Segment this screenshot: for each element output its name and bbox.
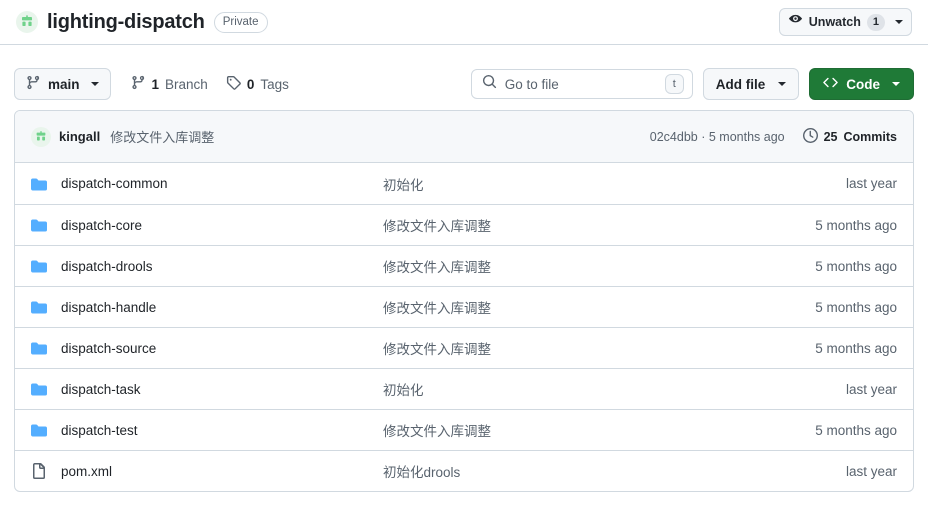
author-avatar-icon: [31, 126, 51, 147]
commit-author[interactable]: kingall: [59, 129, 100, 144]
file-commit-time: last year: [845, 463, 897, 479]
table-row: pom.xml 初始化drools last year: [15, 450, 913, 491]
folder-icon: [31, 258, 47, 274]
file-name-link[interactable]: dispatch-drools: [61, 259, 153, 274]
chevron-down-icon: [90, 82, 99, 86]
owner-avatar-icon: [16, 11, 38, 33]
folder-icon: [31, 217, 47, 233]
eye-icon: [788, 13, 803, 31]
branch-icon: [26, 75, 41, 93]
file-name-cell: dispatch-drools: [31, 258, 383, 274]
code-button[interactable]: Code: [809, 68, 914, 100]
file-name-link[interactable]: dispatch-task: [61, 382, 141, 397]
file-commit-time: 5 months ago: [815, 217, 897, 233]
file-name-cell: pom.xml: [31, 463, 383, 479]
visibility-badge: Private: [213, 11, 268, 33]
latest-commit-bar: kingall 修改文件入库调整 02c4dbb · 5 months ago …: [15, 111, 913, 163]
add-file-button[interactable]: Add file: [702, 68, 800, 100]
file-name-link[interactable]: dispatch-test: [61, 423, 138, 438]
file-commit-message[interactable]: 初始化: [383, 379, 846, 399]
header-actions: Unwatch 1: [778, 8, 912, 36]
file-icon: [31, 463, 47, 479]
commits-count-link[interactable]: 25 Commits: [802, 127, 897, 146]
folder-icon: [31, 340, 47, 356]
file-commit-message[interactable]: 修改文件入库调整: [383, 420, 815, 440]
tag-count[interactable]: 0 Tags: [226, 75, 289, 93]
table-row: dispatch-drools 修改文件入库调整 5 months ago: [15, 245, 913, 286]
commit-hash-and-time[interactable]: 02c4dbb · 5 months ago: [650, 130, 785, 144]
tag-count-value: 0: [246, 76, 255, 92]
tag-count-label: Tags: [260, 76, 289, 92]
file-commit-time: 5 months ago: [815, 422, 897, 438]
table-row: dispatch-task 初始化 last year: [15, 368, 913, 409]
file-commit-message[interactable]: 修改文件入库调整: [383, 256, 815, 276]
chevron-down-icon[interactable]: [895, 20, 903, 24]
page-title[interactable]: lighting-dispatch: [47, 11, 205, 34]
branch-count-label: Branch: [165, 76, 208, 92]
file-commit-time: 5 months ago: [815, 340, 897, 356]
commits-count-label: Commits: [843, 129, 897, 144]
search-shortcut-key: t: [664, 74, 684, 94]
add-file-label: Add file: [715, 76, 766, 92]
table-row: dispatch-source 修改文件入库调整 5 months ago: [15, 327, 913, 368]
file-commit-message[interactable]: 修改文件入库调整: [383, 338, 815, 358]
file-name-link[interactable]: dispatch-handle: [61, 300, 156, 315]
file-commit-message[interactable]: 初始化drools: [383, 461, 846, 481]
history-clock-icon: [802, 127, 818, 146]
file-commit-message[interactable]: 修改文件入库调整: [383, 297, 815, 317]
commit-meta-group: 02c4dbb · 5 months ago 25 Commits: [650, 127, 897, 146]
table-row: dispatch-core 修改文件入库调整 5 months ago: [15, 204, 913, 245]
commit-message[interactable]: 修改文件入库调整: [110, 127, 214, 146]
search-input[interactable]: [504, 76, 665, 92]
toolbar-actions: t Add file Code: [470, 68, 914, 100]
file-name-cell: dispatch-core: [31, 217, 383, 233]
file-name-link[interactable]: dispatch-core: [61, 218, 142, 233]
tag-icon: [226, 75, 241, 93]
file-name-link[interactable]: pom.xml: [61, 464, 112, 479]
table-row: dispatch-common 初始化 last year: [15, 163, 913, 204]
chevron-down-icon: [778, 82, 787, 86]
unwatch-button[interactable]: Unwatch 1: [778, 8, 912, 36]
file-rows: dispatch-common 初始化 last year dispatch-core…: [15, 163, 913, 491]
table-row: dispatch-test 修改文件入库调整 5 months ago: [15, 409, 913, 450]
file-commit-time: 5 months ago: [815, 299, 897, 315]
file-name-link[interactable]: dispatch-source: [61, 341, 156, 356]
branch-count-value: 1: [151, 76, 160, 92]
go-to-file-search[interactable]: t: [470, 69, 693, 99]
repository-toolbar: main 1 Branch 0 Tags Go to file t Add fi…: [0, 58, 928, 110]
file-name-cell: dispatch-test: [31, 422, 383, 438]
folder-icon: [31, 176, 47, 192]
ref-stats: 1 Branch 0 Tags: [131, 75, 289, 93]
unwatch-label: Unwatch: [808, 15, 861, 29]
branch-selector-button[interactable]: main: [14, 68, 111, 100]
file-commit-time: 5 months ago: [815, 258, 897, 274]
repository-header: lighting-dispatch Private Unwatch 1: [0, 0, 928, 45]
repository-page: lighting-dispatch Private Unwatch 1 main…: [0, 0, 928, 521]
branch-count[interactable]: 1 Branch: [131, 75, 208, 93]
branch-icon: [131, 75, 146, 93]
code-icon: [823, 75, 839, 93]
file-commit-time: last year: [845, 381, 897, 397]
file-commit-message[interactable]: 修改文件入库调整: [383, 215, 815, 235]
file-name-cell: dispatch-task: [31, 381, 383, 397]
code-label: Code: [846, 76, 880, 92]
search-icon: [482, 74, 497, 94]
folder-icon: [31, 299, 47, 315]
table-row: dispatch-handle 修改文件入库调整 5 months ago: [15, 286, 913, 327]
file-name-cell: dispatch-handle: [31, 299, 383, 315]
folder-icon: [31, 381, 47, 397]
file-name-link[interactable]: dispatch-common: [61, 176, 168, 191]
file-commit-time: last year: [845, 176, 897, 191]
commits-count-value: 25: [823, 129, 838, 144]
file-name-cell: dispatch-common: [31, 176, 383, 192]
chevron-down-icon: [892, 82, 900, 86]
folder-icon: [31, 422, 47, 438]
branch-name: main: [48, 76, 80, 92]
file-name-cell: dispatch-source: [31, 340, 383, 356]
file-commit-message[interactable]: 初始化: [383, 174, 846, 194]
file-listing: kingall 修改文件入库调整 02c4dbb · 5 months ago …: [14, 110, 914, 492]
watch-count: 1: [866, 13, 885, 31]
